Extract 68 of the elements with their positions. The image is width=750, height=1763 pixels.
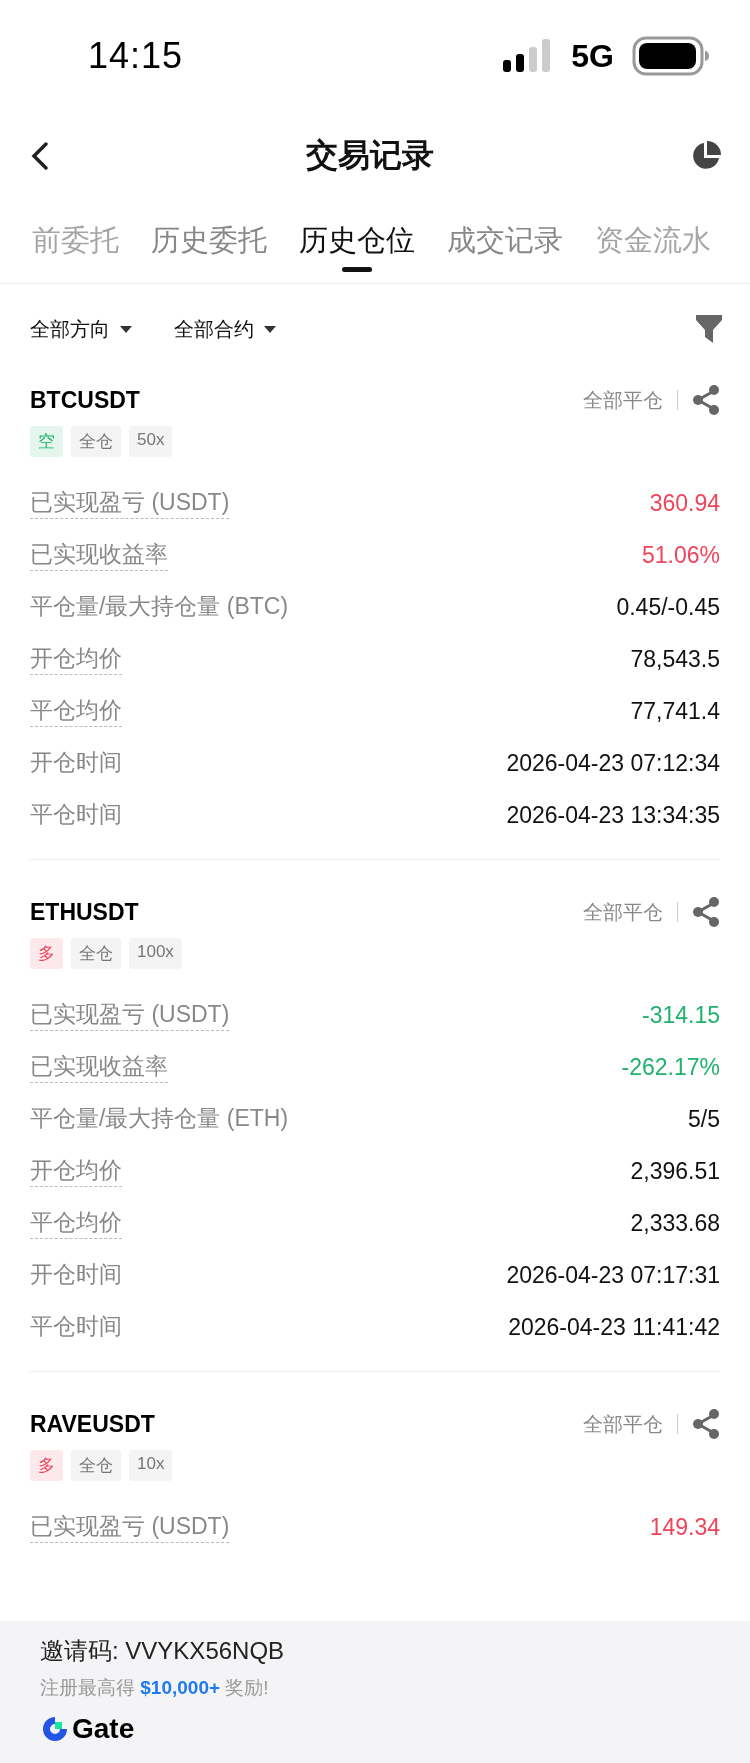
field-label: 平仓时间 bbox=[30, 1312, 122, 1341]
field-label: 已实现收益率 bbox=[30, 1051, 168, 1083]
field-value: 2,396.51 bbox=[630, 1157, 720, 1185]
position-tag: 50x bbox=[129, 426, 173, 457]
logo-icon bbox=[40, 1714, 70, 1744]
tab[interactable]: 资金流水 bbox=[595, 210, 711, 272]
side-tag: 多 bbox=[30, 1450, 63, 1481]
field-value: 2026-04-23 07:17:31 bbox=[506, 1261, 720, 1289]
symbol-name: ETHUSDT bbox=[30, 898, 139, 926]
brand-name: Gate bbox=[72, 1713, 135, 1745]
side-tag: 多 bbox=[30, 938, 63, 969]
position-tag: 全仓 bbox=[71, 426, 121, 457]
field-value: -262.17% bbox=[621, 1053, 720, 1081]
field-label: 开仓均价 bbox=[30, 643, 122, 675]
field-label: 开仓均价 bbox=[30, 1155, 122, 1187]
promo-text: 注册最高得 $10,000+ 奖励! bbox=[40, 1676, 270, 1700]
field-value: 0.45/-0.45 bbox=[616, 593, 720, 621]
caret-icon bbox=[120, 325, 132, 333]
filter-icon[interactable] bbox=[696, 315, 722, 343]
field-label: 已实现盈亏 (USDT) bbox=[30, 487, 230, 519]
invite-code: 邀请码: VVYKX56NQB bbox=[40, 1636, 286, 1666]
caret-icon bbox=[264, 325, 276, 333]
filter-dropdown[interactable]: 全部方向 bbox=[30, 315, 132, 343]
close-all-button[interactable]: 全部平仓 bbox=[583, 386, 663, 414]
field-value: 51.06% bbox=[642, 541, 720, 569]
field-label: 已实现盈亏 (USDT) bbox=[30, 1511, 230, 1543]
tab[interactable]: 前委托 bbox=[32, 210, 119, 272]
field-label: 平仓时间 bbox=[30, 800, 122, 829]
field-value: 2026-04-23 07:12:34 bbox=[506, 749, 720, 777]
field-value: 149.34 bbox=[649, 1513, 720, 1541]
field-label: 平仓量/最大持仓量 (BTC) bbox=[30, 592, 289, 621]
field-value: 2026-04-23 13:34:35 bbox=[506, 801, 720, 829]
tab[interactable]: 历史委托 bbox=[151, 210, 267, 272]
position-tag: 100x bbox=[129, 938, 182, 969]
field-value: 2026-04-23 11:41:42 bbox=[508, 1313, 720, 1341]
pie-chart-icon[interactable] bbox=[690, 140, 722, 172]
filter-dropdown[interactable]: 全部合约 bbox=[174, 315, 276, 343]
tab[interactable]: 成交记录 bbox=[447, 210, 563, 272]
field-value: 2,333.68 bbox=[630, 1209, 720, 1237]
field-label: 已实现盈亏 (USDT) bbox=[30, 999, 230, 1031]
field-label: 开仓时间 bbox=[30, 748, 122, 777]
symbol-name: BTCUSDT bbox=[30, 386, 140, 414]
field-label: 平仓量/最大持仓量 (ETH) bbox=[30, 1104, 289, 1133]
field-value: 5/5 bbox=[688, 1105, 720, 1133]
battery-icon bbox=[632, 36, 710, 76]
share-icon[interactable] bbox=[692, 385, 720, 415]
position-tag: 10x bbox=[129, 1450, 173, 1481]
symbol-name: RAVEUSDT bbox=[30, 1410, 155, 1438]
field-label: 已实现收益率 bbox=[30, 539, 168, 571]
share-icon[interactable] bbox=[692, 1409, 720, 1439]
field-value: -314.15 bbox=[642, 1001, 720, 1029]
field-label: 平仓均价 bbox=[30, 1207, 122, 1239]
position-tag: 全仓 bbox=[71, 1450, 121, 1481]
field-label: 平仓均价 bbox=[30, 695, 122, 727]
close-all-button[interactable]: 全部平仓 bbox=[583, 1410, 663, 1438]
field-value: 78,543.5 bbox=[630, 645, 720, 673]
close-all-button[interactable]: 全部平仓 bbox=[583, 898, 663, 926]
field-value: 77,741.4 bbox=[630, 697, 720, 725]
back-icon[interactable] bbox=[30, 141, 50, 171]
field-label: 开仓时间 bbox=[30, 1260, 122, 1289]
field-value: 360.94 bbox=[649, 489, 720, 517]
page-title: 交易记录 bbox=[306, 136, 434, 175]
network-label: 5G bbox=[571, 37, 614, 75]
position-tag: 全仓 bbox=[71, 938, 121, 969]
share-icon[interactable] bbox=[692, 897, 720, 927]
status-time: 14:15 bbox=[88, 35, 184, 77]
tab[interactable]: 历史仓位 bbox=[299, 210, 415, 272]
side-tag: 空 bbox=[30, 426, 63, 457]
